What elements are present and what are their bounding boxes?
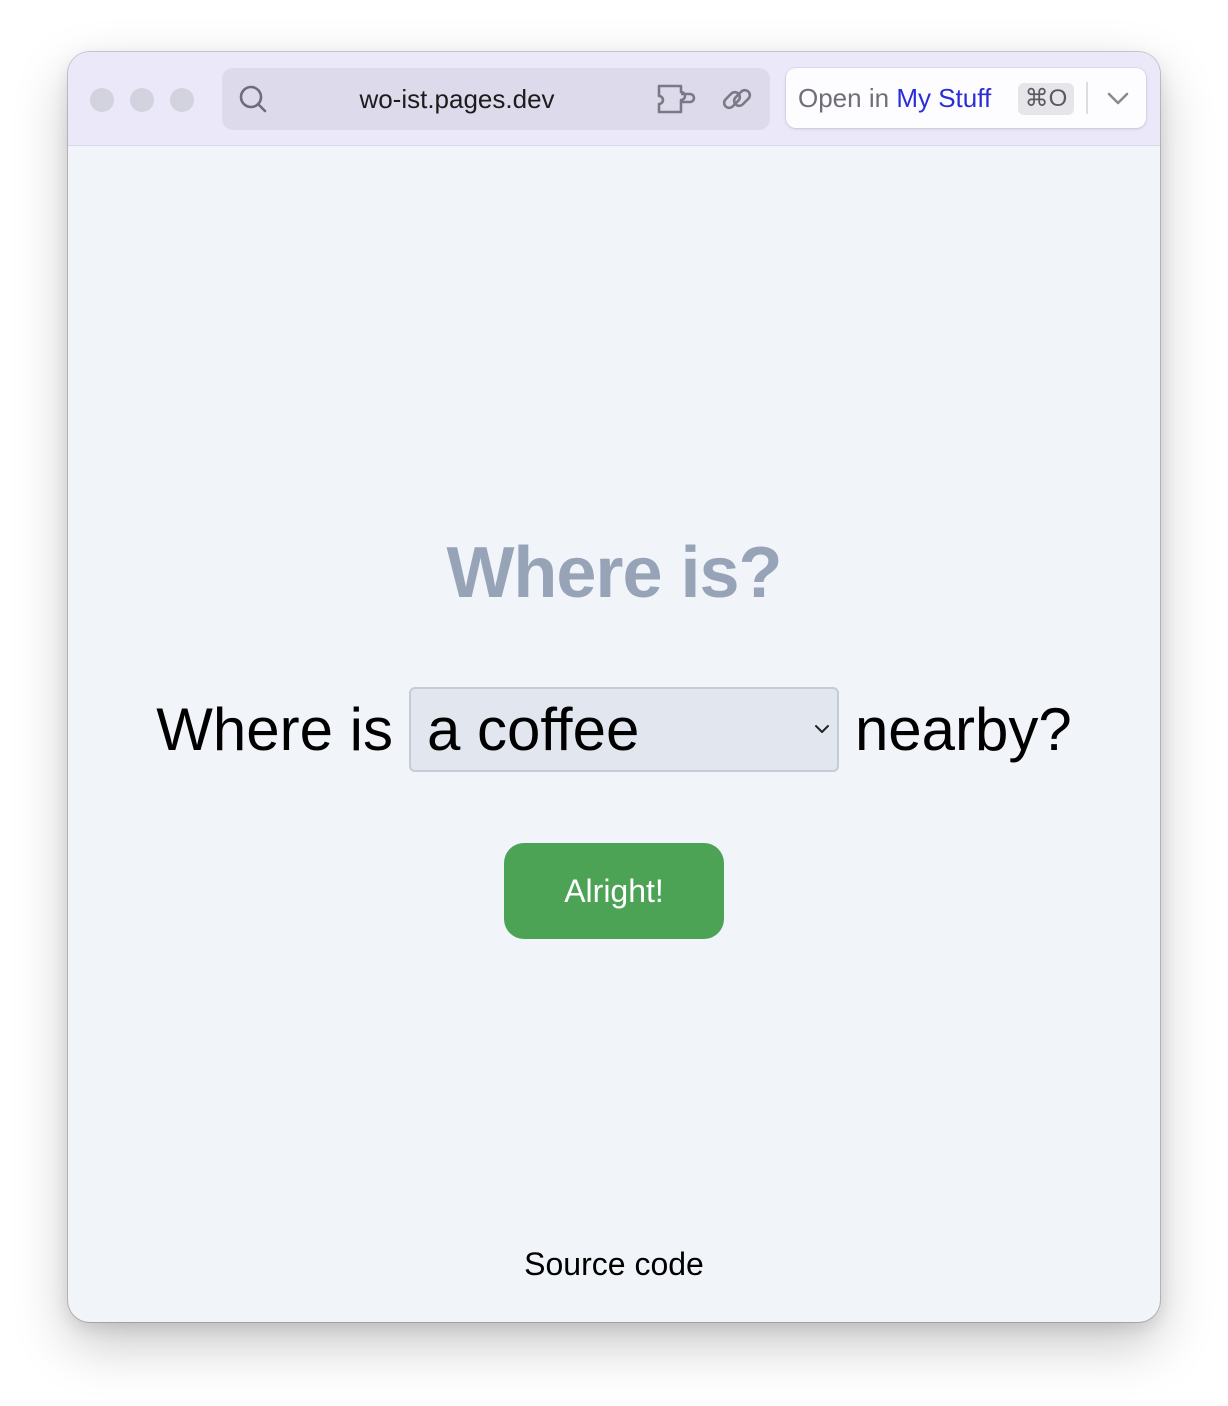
minimize-window-button[interactable] — [130, 88, 154, 112]
selected-option: a coffee — [426, 695, 640, 763]
chevron-down-icon[interactable] — [1104, 86, 1132, 110]
url-text[interactable]: wo-ist.pages.dev — [292, 68, 622, 130]
place-select[interactable]: a coffee — [408, 686, 839, 772]
open-in-prefix: Open in — [798, 83, 890, 113]
zoom-window-button[interactable] — [170, 88, 194, 112]
extension-icon[interactable] — [656, 82, 698, 116]
submit-button[interactable]: Alright! — [504, 843, 724, 939]
address-bar[interactable]: wo-ist.pages.dev — [222, 68, 770, 130]
question-prefix: Where is — [156, 695, 393, 763]
page-title: Where is? — [446, 533, 782, 613]
link-icon[interactable] — [720, 82, 754, 116]
question-row: Where is a coffee nearby? — [68, 685, 1160, 773]
open-in-divider — [1086, 82, 1088, 114]
question-suffix: nearby? — [854, 695, 1072, 763]
source-code-link[interactable]: Source code — [68, 1246, 1160, 1283]
close-window-button[interactable] — [90, 88, 114, 112]
search-icon — [239, 85, 267, 113]
open-in-label: Open in My Stuff — [798, 68, 991, 128]
chevron-down-icon — [814, 724, 829, 733]
shortcut-badge: ⌘O — [1018, 83, 1074, 115]
browser-toolbar: wo-ist.pages.dev Open in My Stuff ⌘O — [68, 52, 1160, 146]
open-in-app-button[interactable]: Open in My Stuff ⌘O — [786, 68, 1146, 128]
open-in-app-name: My Stuff — [896, 83, 992, 113]
browser-window: wo-ist.pages.dev Open in My Stuff ⌘O Whe… — [68, 52, 1160, 1322]
